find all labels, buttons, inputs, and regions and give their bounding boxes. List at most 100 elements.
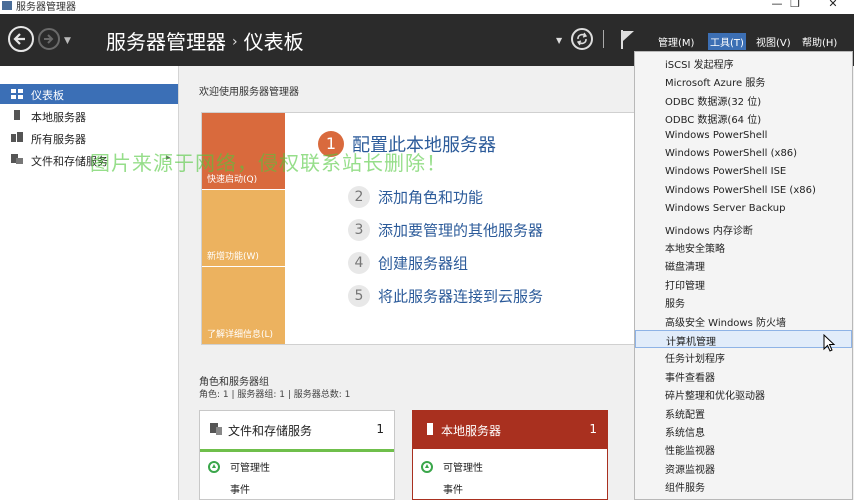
arrow-left-icon [13,33,25,45]
menu-item-label: 碎片整理和优化驱动器 [665,391,765,403]
tools-menu-item[interactable]: iSCSI 发起程序 [635,54,852,72]
header-dropdown-icon[interactable]: ▼ [556,36,562,45]
menu-help[interactable]: 帮助(H) [800,33,839,50]
tools-menu-item[interactable]: Windows PowerShell ISE [635,164,852,182]
back-button[interactable] [8,26,34,52]
card-row-events[interactable]: 事件 [443,481,463,496]
menu-item-label: 系统配置 [665,409,705,421]
card-title: 本地服务器 [441,424,502,438]
step-connect-cloud[interactable]: 5 将此服务器连接到云服务 [348,285,543,307]
menu-tools[interactable]: 工具(T) [708,33,746,50]
history-dropdown-icon[interactable]: ▼ [64,36,71,46]
tools-menu-item[interactable]: Windows PowerShell ISE (x86) [635,183,852,201]
sidebar-item-label: 所有服务器 [31,133,86,146]
menu-item-label: 事件查看器 [665,372,715,384]
tile-label: 了解详细信息(L) [207,330,274,340]
menu-item-label: ODBC 数据源(64 位) [665,115,762,127]
step-add-roles[interactable]: 2 添加角色和功能 [348,186,483,208]
tools-menu-item[interactable]: Windows PowerShell [635,128,852,146]
card-count: 1 [589,422,597,436]
maximize-button[interactable]: ❐ [784,0,806,13]
tools-menu-item[interactable]: 系统配置 [635,404,852,422]
menu-item-label: ODBC 数据源(32 位) [665,96,762,108]
title-bar: 服务器管理器 — ❐ ✕ [0,0,854,14]
storage-icon [11,154,23,164]
tools-menu-item[interactable]: 任务计划程序 [635,348,852,366]
tools-menu-item[interactable]: 磁盘清理 [635,256,852,274]
tile-label: 新增功能(W) [207,252,259,262]
menu-item-label: 任务计划程序 [665,354,725,366]
header-separator [603,30,604,48]
card-row-events[interactable]: 事件 [230,481,250,496]
watermark-text: 图片来源于网络，侵权联系站长删除！ [90,151,447,175]
tools-menu-item[interactable]: Microsoft Azure 服务 [635,72,852,90]
menu-item-label: 磁盘清理 [665,262,705,274]
tools-menu-item[interactable]: ODBC 数据源(64 位) [635,109,852,127]
sidebar-item-label: 本地服务器 [31,111,86,124]
tools-menu-item[interactable]: 本地安全策略 [635,238,852,256]
tools-menu-item[interactable]: 系统信息 [635,422,852,440]
card-file-storage[interactable]: 文件和存储服务 1 可管理性 事件 [199,410,395,500]
tools-menu-item[interactable]: 事件查看器 [635,367,852,385]
tools-menu-item[interactable]: Windows PowerShell (x86) [635,146,852,164]
tools-menu-item[interactable]: 性能监视器 [635,440,852,458]
menu-view[interactable]: 视图(V) [754,33,793,50]
step-number: 4 [348,252,370,274]
menu-item-label: 性能监视器 [665,446,715,458]
menu-manage[interactable]: 管理(M) [656,33,696,50]
card-row-manageability[interactable]: 可管理性 [208,459,270,474]
tools-menu-item[interactable]: 资源监视器 [635,459,852,477]
close-button[interactable]: ✕ [822,0,844,13]
sidebar-item-dashboard[interactable]: 仪表板 [0,84,178,104]
step-create-group[interactable]: 4 创建服务器组 [348,252,468,274]
tools-menu-item[interactable]: 服务 [635,293,852,311]
step-label: 添加要管理的其他服务器 [378,221,544,240]
menu-item-label: 资源监视器 [665,464,715,476]
tools-menu-item[interactable]: Windows Server Backup [635,201,852,219]
menu-item-label: Windows PowerShell ISE [665,166,787,178]
status-ok-icon [208,461,220,473]
menu-item-label: 高级安全 Windows 防火墙 [665,317,786,329]
tools-menu-item[interactable]: 组件服务 [635,477,852,495]
step-label: 创建服务器组 [378,254,469,273]
server-icon [427,423,433,435]
tile-learn-more[interactable]: 了解详细信息(L) [202,267,285,344]
tools-menu-item[interactable]: 高级安全 Windows 防火墙 [635,312,852,330]
breadcrumb-root[interactable]: 服务器管理器 [106,30,226,54]
step-add-servers[interactable]: 3 添加要管理的其他服务器 [348,219,543,241]
sidebar-item-label: 仪表板 [31,89,64,102]
refresh-button[interactable] [571,28,593,50]
tools-menu-item[interactable]: 打印管理 [635,275,852,293]
breadcrumb: 服务器管理器 › 仪表板 [106,26,304,55]
row-label: 可管理性 [443,463,483,474]
breadcrumb-separator: › [232,34,238,50]
sidebar-item-all-servers[interactable]: 所有服务器 [0,128,178,148]
refresh-icon [576,32,588,46]
notifications-flag-button[interactable] [619,28,637,53]
card-row-manageability[interactable]: 可管理性 [421,459,483,474]
menu-item-label: Windows PowerShell [665,129,768,141]
tile-whats-new[interactable]: 新增功能(W) [202,190,285,266]
flag-icon [621,30,634,49]
card-header[interactable]: 文件和存储服务 1 [200,411,394,452]
menu-item-label: 打印管理 [665,280,705,292]
tools-menu-item[interactable]: 计算机管理 [635,330,852,348]
tools-menu-item[interactable]: ODBC 数据源(32 位) [635,91,852,109]
breadcrumb-current: 仪表板 [243,30,304,54]
roles-section-title: 角色和服务器组 [199,377,269,388]
tools-dropdown-menu: iSCSI 发起程序 Microsoft Azure 服务 ODBC 数据源(32 … [634,51,853,500]
tools-menu-item[interactable]: 碎片整理和优化驱动器 [635,385,852,403]
card-header[interactable]: 本地服务器 1 [413,411,607,449]
sidebar-item-local-server[interactable]: 本地服务器 [0,106,178,126]
card-local-server[interactable]: 本地服务器 1 可管理性 事件 [412,410,608,500]
forward-button[interactable] [38,28,60,50]
tools-menu-item[interactable]: Windows 内存诊断 [635,220,852,238]
servers-icon [11,132,23,142]
arrow-right-icon [44,34,54,44]
roles-summary: 角色: 1 | 服务器组: 1 | 服务器总数: 1 [199,390,351,400]
storage-icon [210,423,222,435]
menu-item-label: 计算机管理 [666,337,716,348]
menu-item-label: 系统信息 [665,428,705,439]
step-number: 5 [348,285,370,307]
menu-item-label: 组件服务 [665,483,705,495]
